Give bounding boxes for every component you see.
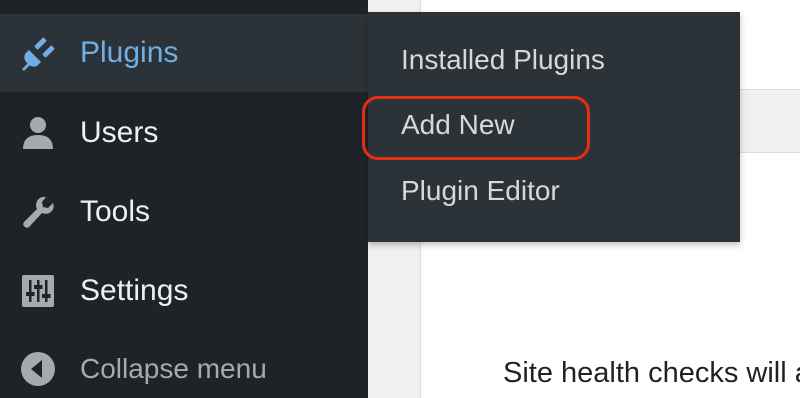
sidebar-item-settings[interactable]: Settings	[0, 252, 368, 330]
submenu-item-installed-plugins[interactable]: Installed Plugins	[401, 44, 605, 76]
user-icon	[18, 113, 58, 153]
sidebar-item-users[interactable]: Users	[0, 94, 368, 172]
sidebar-item-label: Users	[80, 116, 159, 149]
plugin-icon	[18, 33, 58, 73]
collapse-menu-button[interactable]: Collapse menu	[0, 330, 368, 398]
sidebar-item-label: Collapse menu	[80, 353, 267, 384]
sidebar-item-label: Tools	[80, 195, 151, 228]
sidebar-item-label: Settings	[80, 274, 189, 307]
sidebar-item-tools[interactable]: Tools	[0, 173, 368, 251]
collapse-arrow-icon	[18, 349, 58, 389]
submenu-item-add-new[interactable]: Add New	[401, 109, 515, 141]
flyout-pointer	[352, 40, 368, 70]
submenu-item-plugin-editor[interactable]: Plugin Editor	[401, 175, 560, 207]
sidebar-item-plugins[interactable]: Plugins	[0, 14, 368, 92]
wp-admin-screen: Site health checks will au Plugins Users…	[0, 0, 800, 398]
plugins-submenu: Installed Plugins Add New Plugin Editor	[368, 12, 740, 242]
wrench-icon	[18, 192, 58, 232]
site-health-text: Site health checks will au	[503, 357, 800, 389]
settings-sliders-icon	[18, 271, 58, 311]
sidebar-item-label: Plugins	[80, 36, 179, 69]
admin-sidebar: Plugins Users Tools Settings Collapse me…	[0, 0, 368, 398]
